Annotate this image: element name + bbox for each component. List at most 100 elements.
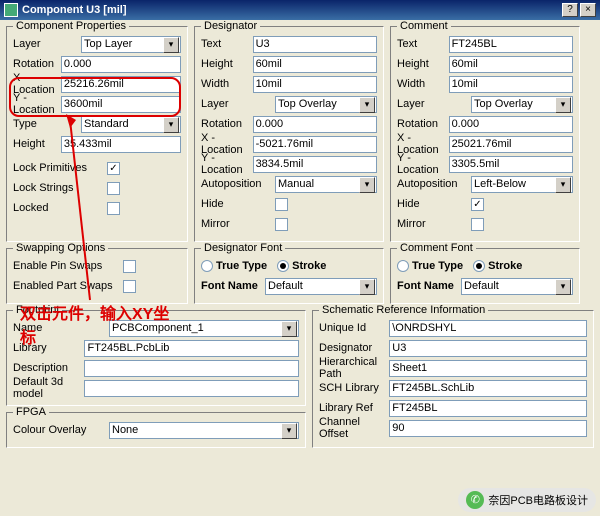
group-legend: Comment: [397, 20, 451, 32]
coloroverlay-select[interactable]: None: [109, 422, 299, 439]
uniqueid-input[interactable]: [389, 320, 587, 337]
designator-label: Designator: [319, 342, 389, 354]
comment-group: Comment Text Height Width LayerTop Overl…: [390, 26, 580, 242]
locked-label: Locked: [13, 202, 107, 214]
text-label: Text: [201, 38, 253, 50]
hide-label: Hide: [201, 198, 275, 210]
com-fontname-select[interactable]: Default: [461, 278, 573, 295]
layer-select[interactable]: Top Layer: [81, 36, 181, 53]
rotation-input[interactable]: [61, 56, 181, 73]
com-rotation-input[interactable]: [449, 116, 573, 133]
close-button[interactable]: ×: [580, 3, 596, 17]
yloc-label: Y - Location: [397, 152, 449, 176]
chanoff-input[interactable]: [389, 420, 587, 437]
group-legend: Schematic Reference Information: [319, 304, 488, 316]
des-width-input[interactable]: [253, 76, 377, 93]
type-select[interactable]: Standard: [81, 116, 181, 133]
type-label: Type: [13, 118, 81, 130]
autopos-label: Autoposition: [397, 178, 471, 190]
com-height-input[interactable]: [449, 56, 573, 73]
lockstrings-checkbox[interactable]: [107, 182, 120, 195]
title-bar: Component U3 [mil] ? ×: [0, 0, 600, 20]
com-yloc-input[interactable]: [449, 156, 573, 173]
yloc-label: Y - Location: [13, 92, 61, 116]
des-yloc-input[interactable]: [253, 156, 377, 173]
help-button[interactable]: ?: [562, 3, 578, 17]
height-input[interactable]: [61, 136, 181, 153]
height-label: Height: [201, 58, 253, 70]
hide-label: Hide: [397, 198, 471, 210]
des-height-input[interactable]: [253, 56, 377, 73]
width-label: Width: [397, 78, 449, 90]
fpga-group: FPGA Colour OverlayNone: [6, 412, 306, 448]
designator-font-group: Designator Font True Type Stroke Font Na…: [194, 248, 384, 304]
fp-default3d-input[interactable]: [84, 380, 299, 397]
lockstrings-label: Lock Strings: [13, 182, 107, 194]
annotation-text: 双击元件，输入XY坐标: [20, 300, 180, 348]
wechat-icon: ✆: [466, 491, 484, 509]
group-legend: Designator: [201, 20, 260, 32]
designator-group: Designator Text Height Width LayerTop Ov…: [194, 26, 384, 242]
height-label: Height: [13, 138, 61, 150]
des-text-input[interactable]: [253, 36, 377, 53]
libref-input[interactable]: [389, 400, 587, 417]
libref-label: Library Ref: [319, 402, 389, 414]
rotation-label: Rotation: [201, 118, 253, 130]
locked-checkbox[interactable]: [107, 202, 120, 215]
schlib-input[interactable]: [389, 380, 587, 397]
des-xloc-input[interactable]: [253, 136, 377, 153]
des-hide-checkbox[interactable]: [275, 198, 288, 211]
comment-font-group: Comment Font True Type Stroke Font NameD…: [390, 248, 580, 304]
pinswap-checkbox[interactable]: [123, 260, 136, 273]
com-hide-checkbox[interactable]: [471, 198, 484, 211]
layer-label: Layer: [13, 38, 81, 50]
fontname-label: Font Name: [397, 280, 461, 292]
xloc-input[interactable]: [61, 76, 181, 93]
yloc-input[interactable]: [61, 96, 181, 113]
yloc-label: Y - Location: [201, 152, 253, 176]
layer-label: Layer: [397, 98, 471, 110]
fontname-label: Font Name: [201, 280, 265, 292]
mirror-label: Mirror: [201, 218, 275, 230]
des-mirror-checkbox[interactable]: [275, 218, 288, 231]
com-text-input[interactable]: [449, 36, 573, 53]
com-mirror-checkbox[interactable]: [471, 218, 484, 231]
com-stroke-radio[interactable]: Stroke: [473, 260, 522, 272]
des-autopos-select[interactable]: Manual: [275, 176, 377, 193]
group-legend: FPGA: [13, 406, 49, 418]
sr-designator-input[interactable]: [389, 340, 587, 357]
pinswap-label: Enable Pin Swaps: [13, 260, 123, 272]
des-truetype-radio[interactable]: True Type: [201, 260, 267, 272]
partswap-checkbox[interactable]: [123, 280, 136, 293]
com-width-input[interactable]: [449, 76, 573, 93]
com-layer-select[interactable]: Top Overlay: [471, 96, 573, 113]
schref-group: Schematic Reference Information Unique I…: [312, 310, 594, 448]
com-truetype-radio[interactable]: True Type: [397, 260, 463, 272]
des-layer-select[interactable]: Top Overlay: [275, 96, 377, 113]
group-legend: Comment Font: [397, 242, 476, 254]
text-label: Text: [397, 38, 449, 50]
fp-description-input[interactable]: [84, 360, 299, 377]
width-label: Width: [201, 78, 253, 90]
com-xloc-input[interactable]: [449, 136, 573, 153]
hierpath-input[interactable]: [389, 360, 587, 377]
watermark-text: 奈因PCB电路板设计: [488, 492, 588, 508]
mirror-label: Mirror: [397, 218, 471, 230]
group-legend: Designator Font: [201, 242, 285, 254]
lockprims-checkbox[interactable]: [107, 162, 120, 175]
rotation-label: Rotation: [397, 118, 449, 130]
des-stroke-radio[interactable]: Stroke: [277, 260, 326, 272]
des-fontname-select[interactable]: Default: [265, 278, 377, 295]
schlib-label: SCH Library: [319, 382, 389, 394]
des-rotation-input[interactable]: [253, 116, 377, 133]
rotation-label: Rotation: [13, 58, 61, 70]
description-label: Description: [13, 362, 84, 374]
com-autopos-select[interactable]: Left-Below: [471, 176, 573, 193]
hierpath-label: Hierarchical Path: [319, 356, 389, 380]
chanoff-label: Channel Offset: [319, 416, 389, 440]
app-icon: [4, 3, 18, 17]
partswap-label: Enabled Part Swaps: [13, 280, 123, 292]
default3d-label: Default 3d model: [13, 376, 84, 400]
uniqueid-label: Unique Id: [319, 322, 389, 334]
group-legend: Swapping Options: [13, 242, 108, 254]
